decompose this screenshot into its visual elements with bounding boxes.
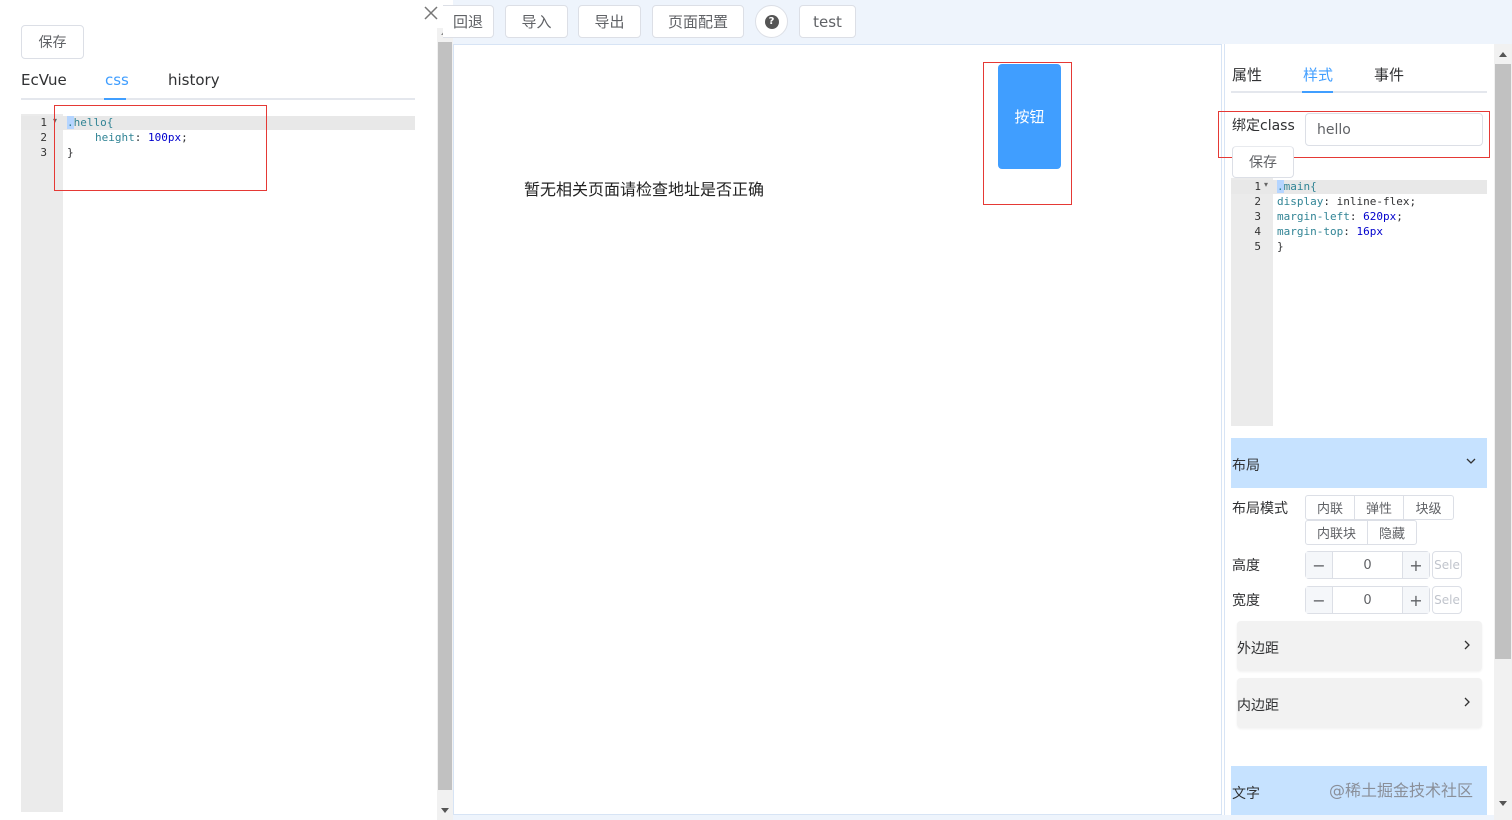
line-number: 4 <box>1254 225 1261 238</box>
chevron-right-icon <box>1461 696 1473 712</box>
plus-icon[interactable]: + <box>1402 552 1429 578</box>
code-line-2: display: inline-flex; <box>1277 195 1417 208</box>
back-button[interactable]: 回退 <box>443 5 494 38</box>
line-number: 2 <box>1254 195 1261 208</box>
width-stepper[interactable]: − 0 + <box>1305 586 1430 614</box>
code-line-5: } <box>1277 240 1284 253</box>
design-canvas[interactable] <box>453 44 1222 815</box>
panel-scrollbar[interactable] <box>1494 44 1512 820</box>
code-line-4: margin-top: 16px <box>1277 225 1383 238</box>
line-number: 1 <box>1254 180 1261 193</box>
style-code-editor[interactable]: 1 2 3 4 5 ▾ .main{ display: inline-flex;… <box>1231 178 1487 426</box>
height-label: 高度 <box>1232 558 1260 574</box>
mode-block-button[interactable]: 块级 <box>1403 495 1454 520</box>
tabs-divider <box>21 98 415 100</box>
tab-ecvue[interactable]: EcVue <box>21 71 67 89</box>
width-unit-select[interactable]: Sele <box>1432 586 1462 614</box>
active-line-highlight <box>1231 180 1487 194</box>
code-drawer: 保存 EcVue css history 1 2 3 ▾ .hello{ hei… <box>0 0 440 820</box>
editor-gutter <box>21 114 63 812</box>
tab-history[interactable]: history <box>168 71 220 89</box>
padding-collapse[interactable]: 内边距 <box>1237 678 1482 728</box>
scroll-down-icon[interactable] <box>1499 801 1507 806</box>
scroll-up-icon[interactable] <box>1499 52 1507 57</box>
mode-hidden-button[interactable]: 隐藏 <box>1367 520 1417 545</box>
code-line-3: margin-left: 620px; <box>1277 210 1403 223</box>
drawer-scrollbar[interactable] <box>437 28 453 820</box>
active-tab-indicator <box>104 98 126 100</box>
highlight-box-css <box>54 105 267 191</box>
watermark: @稀土掘金技术社区 <box>1329 781 1474 800</box>
panel-save-button[interactable]: 保存 <box>1232 146 1294 178</box>
scrollbar-thumb[interactable] <box>438 42 452 790</box>
layout-section-title: 布局 <box>1232 458 1260 474</box>
highlight-box-button <box>983 62 1072 205</box>
bottom-strip <box>453 815 1494 820</box>
height-stepper[interactable]: − 0 + <box>1305 551 1430 579</box>
line-number: 2 <box>40 131 47 144</box>
test-button[interactable]: test <box>799 5 856 38</box>
question-icon: ? <box>764 14 779 29</box>
tab-events[interactable]: 事件 <box>1374 64 1404 85</box>
code-line-1: .main{ <box>1277 180 1317 193</box>
page-config-button[interactable]: 页面配置 <box>652 5 744 38</box>
height-value[interactable]: 0 <box>1333 552 1402 578</box>
panel-active-tab-indicator <box>1302 91 1333 93</box>
export-button[interactable]: 导出 <box>578 5 641 38</box>
panel-tabs-divider <box>1231 91 1487 93</box>
empty-page-message: 暂无相关页面请检查地址是否正确 <box>524 180 765 199</box>
scrollbar-thumb[interactable] <box>1495 64 1511 659</box>
help-button[interactable]: ? <box>755 5 788 38</box>
close-icon[interactable] <box>422 4 440 22</box>
text-section-title: 文字 <box>1232 786 1260 802</box>
minus-icon[interactable]: − <box>1306 552 1333 578</box>
chevron-right-icon <box>1461 639 1473 655</box>
line-number: 5 <box>1254 240 1261 253</box>
minus-icon[interactable]: − <box>1306 587 1333 613</box>
margin-collapse[interactable]: 外边距 <box>1237 621 1482 671</box>
css-code-editor[interactable]: 1 2 3 ▾ .hello{ height: 100px; } <box>21 114 415 812</box>
line-number: 1 <box>40 116 47 129</box>
scroll-down-icon[interactable] <box>441 808 449 813</box>
chevron-down-icon <box>1465 455 1477 471</box>
line-number: 3 <box>40 146 47 159</box>
tab-css[interactable]: css <box>105 71 129 89</box>
mode-flex-button[interactable]: 弹性 <box>1354 495 1404 520</box>
width-value[interactable]: 0 <box>1333 587 1402 613</box>
fold-arrow-icon[interactable]: ▾ <box>1264 180 1268 189</box>
height-unit-select[interactable]: Sele <box>1432 551 1462 579</box>
tab-attributes[interactable]: 属性 <box>1232 64 1262 85</box>
line-number: 3 <box>1254 210 1261 223</box>
plus-icon[interactable]: + <box>1402 587 1429 613</box>
padding-label: 内边距 <box>1237 698 1279 714</box>
import-button[interactable]: 导入 <box>505 5 568 38</box>
width-label: 宽度 <box>1232 593 1260 609</box>
layout-mode-label: 布局模式 <box>1232 501 1288 517</box>
mode-inline-button[interactable]: 内联 <box>1305 495 1355 520</box>
tab-style[interactable]: 样式 <box>1303 64 1333 85</box>
top-toolbar: 回退 导入 导出 页面配置 ? test <box>443 0 1512 44</box>
mode-inline-block-button[interactable]: 内联块 <box>1305 520 1368 545</box>
drawer-save-button[interactable]: 保存 <box>21 25 84 59</box>
layout-section-header[interactable]: 布局 <box>1231 438 1487 488</box>
margin-label: 外边距 <box>1237 641 1279 657</box>
